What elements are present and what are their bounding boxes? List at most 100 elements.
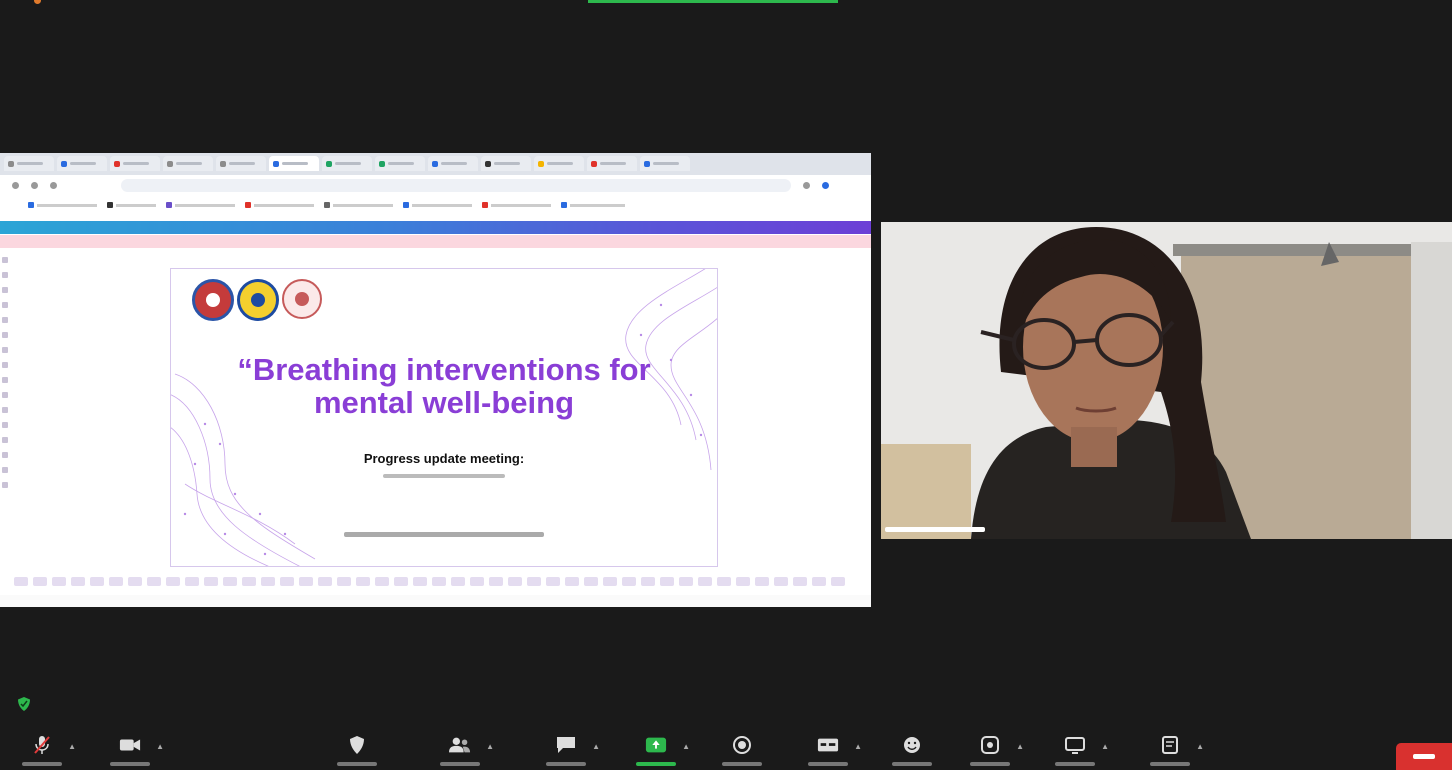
tool-icon[interactable] (736, 576, 750, 586)
tool-icon[interactable] (2, 347, 8, 353)
tool-icon[interactable] (185, 576, 199, 586)
chevron-up-icon[interactable]: ▲ (854, 742, 862, 751)
browser-tab[interactable] (4, 156, 54, 171)
tool-icon[interactable] (793, 576, 807, 586)
chevron-up-icon[interactable]: ▲ (592, 742, 600, 751)
tool-icon[interactable] (527, 576, 541, 586)
tool-icon[interactable] (2, 302, 8, 308)
bookmark-item[interactable] (166, 202, 235, 208)
tool-icon[interactable] (2, 392, 8, 398)
tool-icon[interactable] (641, 576, 655, 586)
tool-icon[interactable] (546, 576, 560, 586)
chevron-up-icon[interactable]: ▲ (486, 742, 494, 751)
bookmark-item[interactable] (482, 202, 551, 208)
tool-icon[interactable] (33, 576, 47, 586)
tool-icon[interactable] (261, 576, 275, 586)
bookmark-item[interactable] (107, 202, 156, 208)
browser-tab-active[interactable] (269, 156, 319, 171)
record-button[interactable] (722, 734, 762, 770)
tool-icon[interactable] (356, 576, 370, 586)
tool-icon[interactable] (318, 576, 332, 586)
tool-icon[interactable] (90, 576, 104, 586)
tool-icon[interactable] (2, 482, 8, 488)
tool-icon[interactable] (2, 362, 8, 368)
chevron-up-icon[interactable]: ▲ (156, 742, 164, 751)
tool-icon[interactable] (565, 576, 579, 586)
browser-tab[interactable] (534, 156, 584, 171)
chevron-up-icon[interactable]: ▲ (68, 742, 76, 751)
bookmark-item[interactable] (245, 202, 314, 208)
meeting-info-icon[interactable] (34, 0, 41, 4)
tool-icon[interactable] (2, 467, 8, 473)
tool-icon[interactable] (812, 576, 826, 586)
video-button[interactable]: ▲ (110, 734, 164, 770)
tool-icon[interactable] (489, 576, 503, 586)
chevron-up-icon[interactable]: ▲ (1101, 742, 1109, 751)
security-button[interactable] (337, 734, 377, 770)
tool-icon[interactable] (584, 576, 598, 586)
mute-button[interactable]: ▲ (22, 734, 76, 770)
whiteboards-button[interactable]: ▲ (1055, 734, 1109, 770)
chevron-up-icon[interactable]: ▲ (1016, 742, 1024, 751)
bookmark-item[interactable] (561, 202, 625, 208)
browser-tab[interactable] (587, 156, 637, 171)
tool-icon[interactable] (337, 576, 351, 586)
tool-icon[interactable] (2, 287, 8, 293)
tool-icon[interactable] (242, 576, 256, 586)
tool-icon[interactable] (2, 422, 8, 428)
browser-tab[interactable] (110, 156, 160, 171)
tool-icon[interactable] (166, 576, 180, 586)
tool-icon[interactable] (2, 452, 8, 458)
notes-button[interactable]: ▲ (1150, 734, 1204, 770)
browser-tab[interactable] (322, 156, 372, 171)
tool-icon[interactable] (204, 576, 218, 586)
tool-icon[interactable] (2, 272, 8, 278)
tool-icon[interactable] (451, 576, 465, 586)
tool-icon[interactable] (755, 576, 769, 586)
browser-tab[interactable] (375, 156, 425, 171)
tool-icon[interactable] (603, 576, 617, 586)
participant-video-tile[interactable] (881, 222, 1452, 539)
tool-icon[interactable] (622, 576, 636, 586)
captions-button[interactable]: ▲ (808, 734, 862, 770)
tool-icon[interactable] (413, 576, 427, 586)
tool-icon[interactable] (71, 576, 85, 586)
address-bar[interactable] (121, 178, 791, 192)
tool-icon[interactable] (52, 576, 66, 586)
bookmark-item[interactable] (324, 202, 393, 208)
end-meeting-button[interactable] (1396, 743, 1452, 770)
tool-icon[interactable] (679, 576, 693, 586)
browser-tab[interactable] (428, 156, 478, 171)
browser-tab[interactable] (57, 156, 107, 171)
tool-icon[interactable] (660, 576, 674, 586)
tool-icon[interactable] (375, 576, 389, 586)
chat-button[interactable]: ▲ (546, 734, 600, 770)
extension-icon[interactable] (803, 181, 810, 189)
tool-icon[interactable] (299, 576, 313, 586)
browser-tab[interactable] (163, 156, 213, 171)
tool-icon[interactable] (2, 257, 8, 263)
tool-icon[interactable] (508, 576, 522, 586)
share-screen-button[interactable]: ▲ (636, 734, 690, 770)
bookmark-item[interactable] (28, 202, 97, 208)
browser-tab[interactable] (216, 156, 266, 171)
tool-icon[interactable] (109, 576, 123, 586)
profile-icon[interactable] (822, 181, 829, 189)
tool-icon[interactable] (2, 317, 8, 323)
chevron-up-icon[interactable]: ▲ (682, 742, 690, 751)
apps-button[interactable]: ▲ (970, 734, 1024, 770)
reload-icon[interactable] (50, 181, 57, 189)
tool-icon[interactable] (147, 576, 161, 586)
tool-icon[interactable] (394, 576, 408, 586)
tool-icon[interactable] (2, 377, 8, 383)
tool-icon[interactable] (128, 576, 142, 586)
reactions-button[interactable] (892, 734, 932, 770)
tool-icon[interactable] (717, 576, 731, 586)
tool-icon[interactable] (432, 576, 446, 586)
encryption-shield-icon[interactable] (14, 694, 34, 714)
forward-icon[interactable] (31, 181, 38, 189)
tool-icon[interactable] (14, 576, 28, 586)
tool-icon[interactable] (2, 332, 8, 338)
browser-tab[interactable] (640, 156, 690, 171)
tool-icon[interactable] (2, 437, 8, 443)
